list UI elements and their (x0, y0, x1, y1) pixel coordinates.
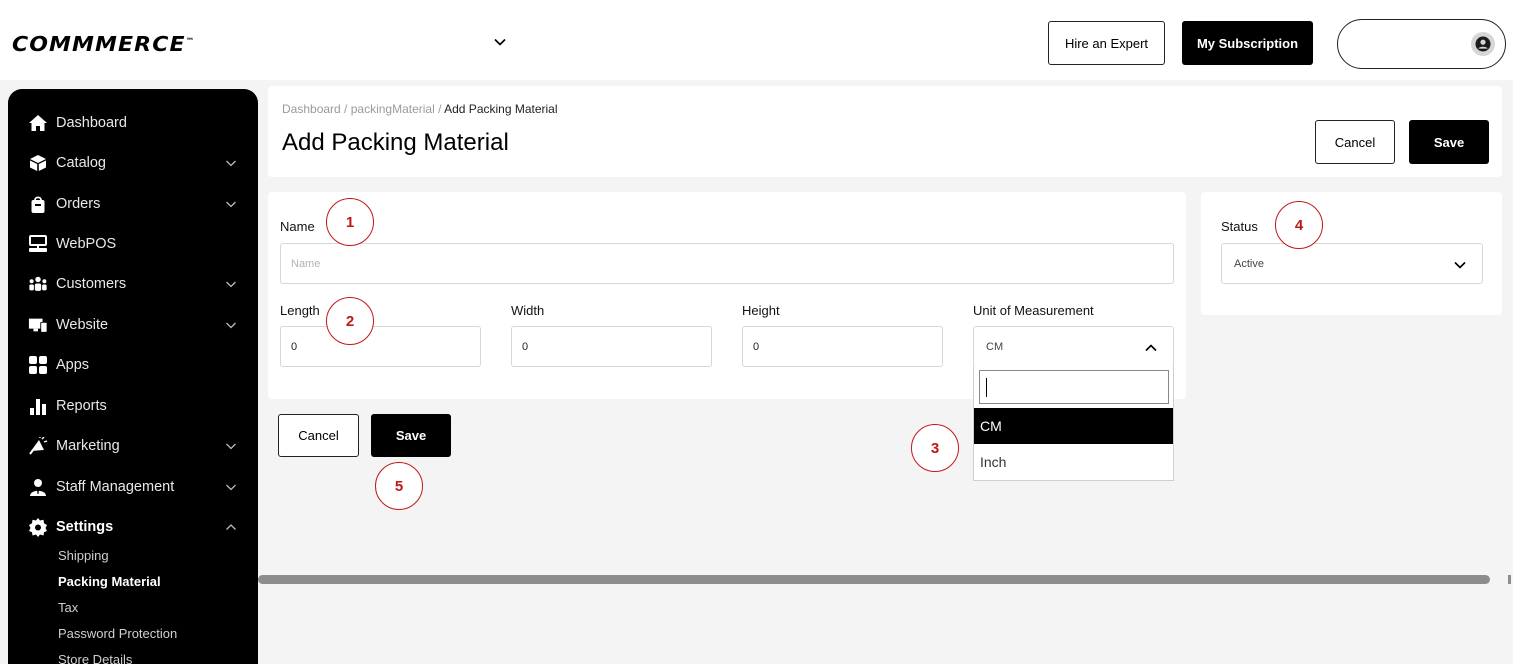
chevron-down-icon (226, 443, 236, 450)
uom-selected-value: CM (986, 340, 1004, 353)
sidebar-subitem-packing-material[interactable]: Packing Material (58, 574, 161, 589)
chevron-down-icon (226, 281, 236, 288)
uom-search-input[interactable] (979, 370, 1169, 404)
sidebar-item-label: Marketing (56, 438, 120, 454)
sidebar-item-apps[interactable]: Apps (8, 350, 258, 380)
sidebar-item-dashboard[interactable]: Dashboard (8, 108, 258, 138)
scrollbar-end-marker (1508, 575, 1511, 584)
brand-logo[interactable]: COMMMERCE™ (12, 32, 195, 56)
sidebar-item-website[interactable]: Website (8, 310, 258, 340)
name-input[interactable]: Name (280, 243, 1174, 284)
chevron-up-icon (1145, 344, 1157, 352)
breadcrumb: Dashboard / packingMaterial / Add Packin… (282, 102, 558, 116)
annotation-marker-3: 3 (911, 424, 959, 472)
sidebar-item-label: Customers (56, 276, 127, 292)
height-input[interactable]: 0 (742, 326, 943, 367)
annotation-marker-2: 2 (326, 297, 374, 345)
breadcrumb-dashboard-link[interactable]: Dashboard (282, 102, 341, 116)
box-icon (28, 153, 48, 173)
page-header: Dashboard / packingMaterial / Add Packin… (268, 86, 1502, 177)
sidebar-subitem-tax[interactable]: Tax (58, 600, 78, 615)
chevron-down-icon (226, 322, 236, 329)
users-icon (28, 274, 48, 294)
sidebar-item-label: Orders (56, 196, 101, 212)
status-selected-value: Active (1234, 257, 1264, 270)
footer-cancel-button[interactable]: Cancel (278, 414, 359, 457)
bag-icon (28, 194, 48, 214)
chevron-down-icon (226, 201, 236, 208)
height-label: Height (742, 303, 780, 318)
status-select[interactable]: Active (1221, 243, 1483, 284)
breadcrumb-separator: / (340, 102, 351, 116)
sidebar-subitem-shipping[interactable]: Shipping (58, 548, 109, 563)
top-bar: COMMMERCE™ Hire an Expert My Subscriptio… (0, 0, 1513, 80)
sidebar-subitem-password-protection[interactable]: Password Protection (58, 626, 177, 641)
sidebar-item-label: Dashboard (56, 115, 127, 131)
megaphone-icon (28, 436, 48, 456)
sidebar-item-orders[interactable]: Orders (8, 189, 258, 219)
uom-option-cm[interactable]: CM (974, 408, 1173, 444)
chart-icon (28, 396, 48, 416)
store-selector-chevron-icon[interactable] (492, 34, 508, 50)
user-avatar-icon[interactable] (1471, 32, 1495, 56)
sidebar-item-catalog[interactable]: Catalog (8, 148, 258, 178)
page-title: Add Packing Material (282, 129, 509, 156)
sidebar-item-staff-management[interactable]: Staff Management (8, 472, 258, 502)
sidebar-item-label: Staff Management (56, 479, 175, 495)
home-icon (28, 113, 48, 133)
uom-dropdown-menu: CM Inch (973, 366, 1174, 481)
sidebar-item-label: Reports (56, 398, 107, 414)
width-label: Width (511, 303, 545, 318)
length-label: Length (280, 303, 320, 318)
footer-save-button[interactable]: Save (371, 414, 451, 457)
sidebar-item-marketing[interactable]: Marketing (8, 431, 258, 461)
sidebar-item-customers[interactable]: Customers (8, 269, 258, 299)
sidebar-subitem-store-details[interactable]: Store Details (58, 652, 132, 664)
sidebar-item-webpos[interactable]: WebPOS (8, 229, 258, 259)
uom-option-inch[interactable]: Inch (974, 444, 1173, 480)
staff-icon (28, 477, 48, 497)
annotation-marker-4: 4 (1275, 201, 1323, 249)
chevron-up-icon (226, 524, 236, 530)
sidebar-item-label: Website (56, 317, 109, 333)
chevron-down-icon (1454, 261, 1466, 269)
text-cursor (986, 378, 987, 397)
chevron-down-icon (226, 484, 236, 491)
account-menu[interactable] (1337, 19, 1506, 69)
status-label: Status (1221, 219, 1258, 234)
logo-trademark: ™ (185, 36, 196, 46)
breadcrumb-current: Add Packing Material (444, 102, 558, 116)
breadcrumb-separator: / (434, 102, 445, 116)
sidebar: Dashboard Catalog Orders WebPOS Customer… (8, 89, 258, 664)
hire-expert-button[interactable]: Hire an Expert (1048, 21, 1165, 65)
sidebar-item-settings[interactable]: Settings (8, 512, 258, 542)
header-cancel-button[interactable]: Cancel (1315, 120, 1395, 164)
sidebar-item-label: WebPOS (56, 236, 117, 252)
uom-select[interactable]: CM (973, 326, 1174, 367)
chevron-down-icon (226, 160, 236, 167)
website-icon (28, 315, 48, 335)
my-subscription-button[interactable]: My Subscription (1182, 21, 1313, 65)
annotation-marker-5: 5 (375, 462, 423, 510)
sidebar-item-label: Settings (56, 519, 114, 535)
gear-icon (28, 517, 48, 537)
annotation-marker-1: 1 (326, 198, 374, 246)
sidebar-item-reports[interactable]: Reports (8, 391, 258, 421)
header-save-button[interactable]: Save (1409, 120, 1489, 164)
sidebar-item-label: Catalog (56, 155, 106, 171)
uom-label: Unit of Measurement (973, 303, 1094, 318)
logo-text: COMMMERCE (12, 32, 186, 56)
length-input[interactable]: 0 (280, 326, 481, 367)
breadcrumb-section-link[interactable]: packingMaterial (351, 102, 435, 116)
name-label: Name (280, 219, 315, 234)
status-panel: Status Active (1201, 192, 1502, 315)
sidebar-item-label: Apps (56, 357, 90, 373)
width-input[interactable]: 0 (511, 326, 712, 367)
apps-icon (28, 355, 48, 375)
pos-icon (28, 234, 48, 254)
horizontal-scrollbar[interactable] (258, 575, 1490, 584)
